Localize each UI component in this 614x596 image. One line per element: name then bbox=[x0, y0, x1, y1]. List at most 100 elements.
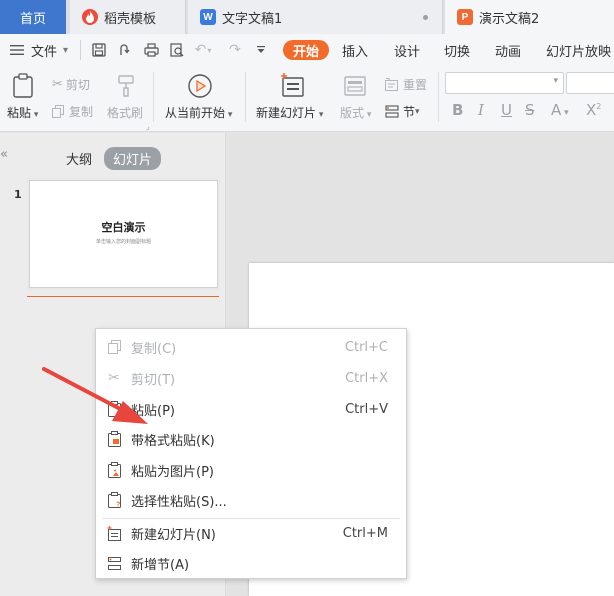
tab-daoke-templates[interactable]: 稻壳模板 bbox=[70, 0, 186, 34]
tab-label: 稻壳模板 bbox=[104, 11, 157, 27]
menu-item-paste-special[interactable]: ? 选择性粘贴(S)... bbox=[96, 486, 406, 514]
tab-slideshow[interactable]: 幻灯片放映 bbox=[546, 34, 611, 66]
tab-word-document[interactable]: W 文字文稿1 bbox=[188, 0, 443, 34]
ribbon-divider bbox=[438, 72, 439, 122]
scissors-icon: ✂ bbox=[108, 370, 120, 386]
paste-icon bbox=[106, 401, 122, 417]
tab-label: 演示文稿2 bbox=[479, 11, 540, 27]
hamburger-menu-icon[interactable] bbox=[8, 34, 26, 66]
menu-item-new-slide[interactable]: 新建幻灯片(N) Ctrl+M bbox=[96, 519, 406, 547]
chevron-down-icon: ▾ bbox=[225, 110, 233, 120]
paste-special-icon: ? bbox=[106, 492, 122, 508]
customize-toolbar-icon[interactable] bbox=[252, 34, 270, 66]
copy-label: 复制 bbox=[69, 105, 94, 119]
underline-icon[interactable]: U bbox=[501, 101, 512, 119]
cut-button[interactable]: ✂ 剪切 bbox=[52, 76, 90, 93]
new-slide-icon[interactable] bbox=[279, 72, 307, 100]
reset-button[interactable]: 重置 bbox=[385, 76, 427, 93]
menu-item-paste-with-format[interactable]: 带格式粘贴(K) bbox=[96, 425, 406, 453]
chevron-down-icon: ▾ bbox=[364, 110, 372, 120]
superscript-icon[interactable]: X2 bbox=[586, 101, 601, 119]
tab-animations[interactable]: 动画 bbox=[495, 34, 521, 66]
print-preview-icon[interactable] bbox=[168, 34, 186, 66]
menu-item-copy[interactable]: 复制(C) Ctrl+C bbox=[96, 333, 406, 361]
menu-label: 切换 bbox=[444, 44, 471, 60]
layout-button[interactable]: 版式 ▾ bbox=[340, 104, 371, 121]
cut-label: 剪切 bbox=[65, 78, 90, 92]
menu-label: 剪切(T) bbox=[131, 372, 176, 388]
tab-presentation[interactable]: P 演示文稿2 bbox=[445, 0, 614, 34]
slides-tab-label: 幻灯片 bbox=[113, 153, 153, 168]
paste-button[interactable]: 粘贴 ▾ bbox=[7, 104, 38, 121]
paste-format-icon bbox=[106, 431, 122, 447]
export-icon[interactable] bbox=[116, 34, 134, 66]
word-doc-icon: W bbox=[200, 9, 216, 25]
format-painter-icon[interactable] bbox=[112, 72, 140, 100]
tab-outline[interactable]: 大纲 bbox=[66, 149, 92, 168]
menu-label: 粘贴为图片(P) bbox=[131, 464, 214, 480]
tab-insert[interactable]: 插入 bbox=[342, 34, 368, 66]
print-icon[interactable] bbox=[142, 34, 160, 66]
menu-item-paste[interactable]: 粘贴(P) Ctrl+V bbox=[96, 395, 406, 423]
strikethrough-icon[interactable]: S bbox=[525, 101, 535, 119]
new-slide-label: 新建幻灯片 bbox=[256, 106, 317, 120]
menu-shortcut: Ctrl+V bbox=[345, 401, 388, 417]
tab-design[interactable]: 设计 bbox=[394, 34, 420, 66]
bold-icon[interactable]: B bbox=[452, 101, 463, 119]
menu-label: 动画 bbox=[495, 44, 522, 60]
redo-icon[interactable]: ↷ bbox=[226, 34, 244, 66]
menu-label: 幻灯片放映 bbox=[546, 44, 612, 60]
menu-shortcut: Ctrl+X bbox=[345, 370, 388, 386]
ribbon-toolbar: 粘贴 ▾ ✂ 剪切 复制 格式刷 ⌟ 从当前开始 ▾ 新建幻灯片 ▾ 版式 ▾ 重… bbox=[0, 66, 614, 132]
menu-item-new-section[interactable]: 新增节(A) bbox=[96, 549, 406, 577]
menu-label: 新增节(A) bbox=[131, 557, 190, 573]
section-button[interactable]: 节 ▾ bbox=[385, 103, 420, 120]
collapse-panel-icon[interactable]: « bbox=[0, 147, 8, 162]
tab-home[interactable]: 首页 bbox=[0, 0, 66, 34]
clipboard-expand-icon[interactable]: ⌟ bbox=[146, 122, 150, 131]
font-family-select[interactable]: ▾ bbox=[445, 72, 564, 94]
chevron-down-icon: ▾ bbox=[415, 106, 420, 117]
file-menu[interactable]: 文件 ▾ bbox=[31, 34, 68, 66]
format-painter-label: 格式刷 bbox=[107, 106, 144, 120]
format-painter-button[interactable]: 格式刷 bbox=[107, 104, 143, 121]
copy-button[interactable]: 复制 bbox=[52, 103, 93, 120]
play-from-current-label: 从当前开始 bbox=[165, 106, 226, 120]
scissors-icon: ✂ bbox=[52, 77, 63, 92]
font-size-select[interactable] bbox=[566, 72, 614, 94]
unsaved-dot-icon bbox=[423, 15, 428, 20]
tab-slides[interactable]: 幻灯片 bbox=[104, 147, 162, 170]
chevron-down-icon: ▾ bbox=[553, 76, 558, 86]
copy-icon bbox=[106, 339, 122, 355]
tab-bar: 首页 稻壳模板 W 文字文稿1 P 演示文稿2 bbox=[0, 0, 614, 34]
tab-transitions[interactable]: 切换 bbox=[444, 34, 470, 66]
thumbnail-title: 空白演示 bbox=[101, 221, 146, 234]
play-circle-icon[interactable] bbox=[186, 72, 214, 100]
slide-number: 1 bbox=[14, 188, 22, 201]
menu-label: 插入 bbox=[342, 44, 369, 60]
italic-icon[interactable]: I bbox=[478, 101, 484, 119]
layout-icon[interactable] bbox=[341, 72, 369, 100]
layout-label: 版式 bbox=[340, 106, 365, 120]
paste-icon[interactable] bbox=[10, 72, 38, 100]
menu-shortcut: Ctrl+M bbox=[342, 525, 388, 541]
slide-thumbnail[interactable]: 空白演示 单击输入您的封面副标题 bbox=[27, 178, 220, 290]
chevron-down-icon: ▾ bbox=[31, 110, 39, 120]
outline-tab-label: 大纲 bbox=[66, 153, 93, 168]
save-icon[interactable] bbox=[90, 34, 108, 66]
svg-text:?: ? bbox=[116, 502, 120, 509]
copy-icon bbox=[52, 105, 64, 118]
reset-icon bbox=[385, 78, 398, 91]
tab-home-ribbon[interactable]: 开始 bbox=[283, 40, 330, 60]
undo-icon[interactable]: ↶ ▾ bbox=[194, 34, 212, 66]
new-slide-icon bbox=[106, 525, 122, 541]
menu-label: 复制(C) bbox=[131, 341, 177, 357]
menu-item-paste-as-image[interactable]: 粘贴为图片(P) bbox=[96, 456, 406, 484]
paste-image-icon bbox=[106, 462, 122, 478]
insertion-line bbox=[27, 296, 219, 297]
menu-item-cut[interactable]: ✂ 剪切(T) Ctrl+X bbox=[96, 364, 406, 392]
play-from-current-button[interactable]: 从当前开始 ▾ bbox=[165, 104, 232, 121]
font-color-icon[interactable]: A ▾ bbox=[551, 101, 569, 119]
file-menu-label: 文件 bbox=[31, 44, 58, 60]
new-slide-button[interactable]: 新建幻灯片 ▾ bbox=[256, 104, 323, 121]
